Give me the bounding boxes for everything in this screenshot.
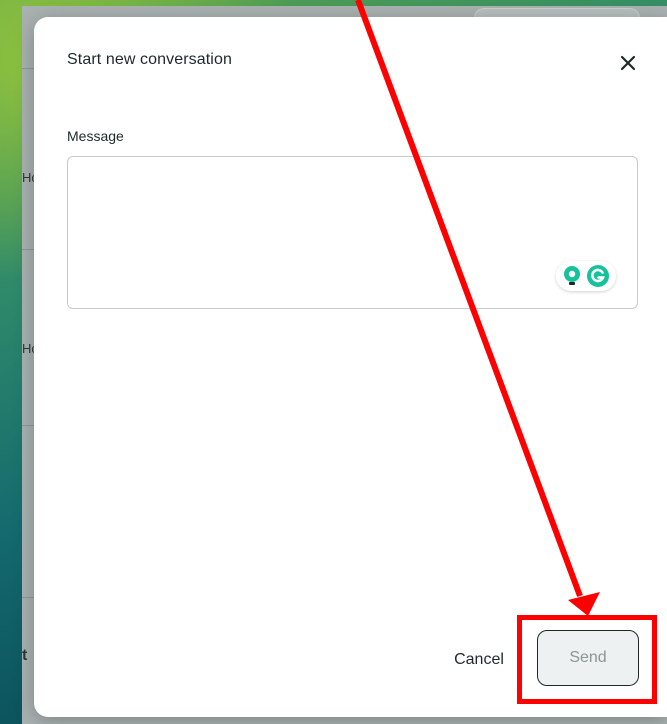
- annotation-highlight-box: [517, 615, 657, 704]
- annotation-arrowhead: [568, 592, 600, 616]
